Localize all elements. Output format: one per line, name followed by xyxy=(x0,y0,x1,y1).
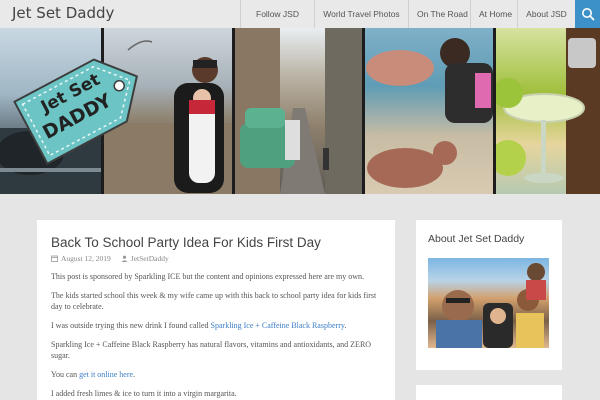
nav-item-follow-jsd[interactable]: Follow JSD xyxy=(240,0,314,28)
article-card: Back To School Party Idea For Kids First… xyxy=(37,220,395,400)
nav-item-at-home[interactable]: At Home xyxy=(470,0,517,28)
nav-item-on-the-road[interactable]: On The Road xyxy=(408,0,470,28)
search-button[interactable] xyxy=(575,0,600,28)
site-header: Jet Set Daddy Follow JSD World Travel Ph… xyxy=(0,0,600,28)
article-date[interactable]: August 12, 2019 xyxy=(61,254,111,263)
family-photo[interactable] xyxy=(428,258,549,348)
article-author[interactable]: JetSetDaddy xyxy=(131,254,169,263)
article-title[interactable]: Back To School Party Idea For Kids First… xyxy=(51,234,381,251)
photo-tile-swimming-pigs xyxy=(365,28,493,194)
site-title[interactable]: Jet Set Daddy xyxy=(12,4,114,22)
nav-item-about-jsd[interactable]: About JSD xyxy=(517,0,575,28)
swimming-pigs-photo xyxy=(366,38,493,188)
search-icon xyxy=(581,8,594,21)
photo-tile-margarita xyxy=(495,28,600,194)
paragraph-3-end: . xyxy=(344,321,347,330)
article-paragraph-5: You can get it online here. xyxy=(51,369,381,380)
paragraph-3-text: I was outside trying this new drink I fo… xyxy=(51,321,211,330)
margarita-photo xyxy=(495,28,600,194)
article-paragraph-3: I was outside trying this new drink I fo… xyxy=(51,320,381,331)
article-paragraph-6: I added fresh limes & ice to turn it int… xyxy=(51,389,237,398)
about-widget: About Jet Set Daddy xyxy=(416,220,562,370)
havana-street-photo xyxy=(234,28,363,194)
family-photo-image xyxy=(436,263,546,348)
sparkling-ice-link[interactable]: Sparkling Ice + Caffeine Black Raspberry xyxy=(211,321,345,330)
article-paragraph-2: The kids started school this week & my w… xyxy=(51,291,377,311)
nav-item-world-travel-photos[interactable]: World Travel Photos xyxy=(314,0,408,28)
paragraph-5-text: You can xyxy=(51,370,80,379)
user-icon xyxy=(121,255,128,262)
widget-title: About Jet Set Daddy xyxy=(428,233,525,245)
main-nav: Follow JSD World Travel Photos On The Ro… xyxy=(240,0,575,28)
paragraph-5-end: . xyxy=(133,370,136,379)
article-meta: August 12, 2019 JetSetDaddy xyxy=(51,254,381,263)
second-widget xyxy=(416,385,562,400)
article-paragraph-4: Sparkling Ice + Caffeine Black Raspberry… xyxy=(51,340,372,360)
calendar-icon xyxy=(51,255,58,262)
photo-tile-havana-street xyxy=(234,28,363,194)
get-it-online-link[interactable]: get it online here xyxy=(79,370,133,379)
article-paragraph-1: This post is sponsored by Sparkling ICE … xyxy=(51,272,365,281)
site-logo[interactable]: Jet Set DADDY xyxy=(10,30,156,180)
